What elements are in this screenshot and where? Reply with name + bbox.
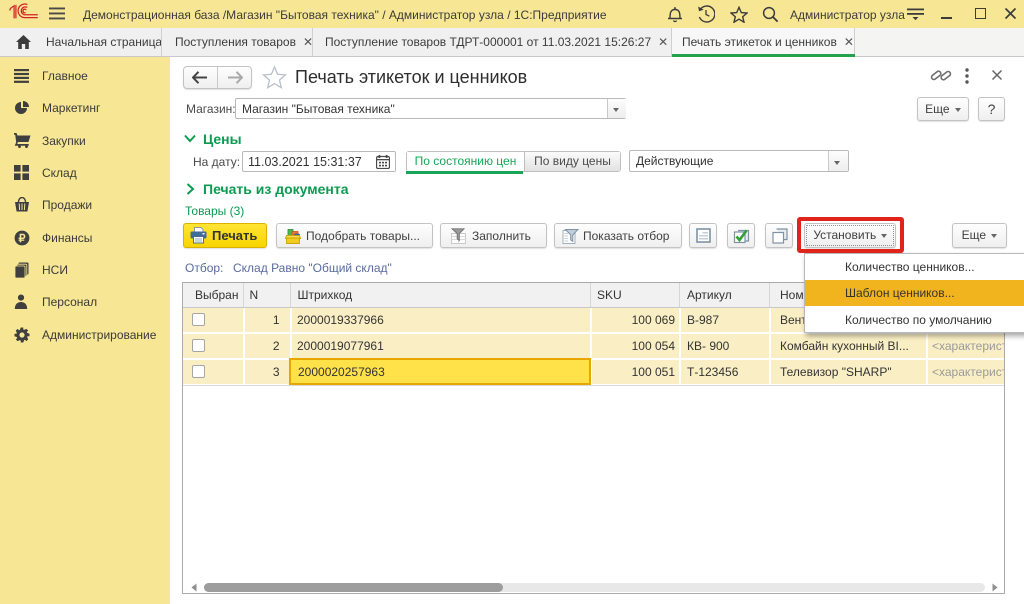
svg-text:₽: ₽ [19, 233, 26, 245]
